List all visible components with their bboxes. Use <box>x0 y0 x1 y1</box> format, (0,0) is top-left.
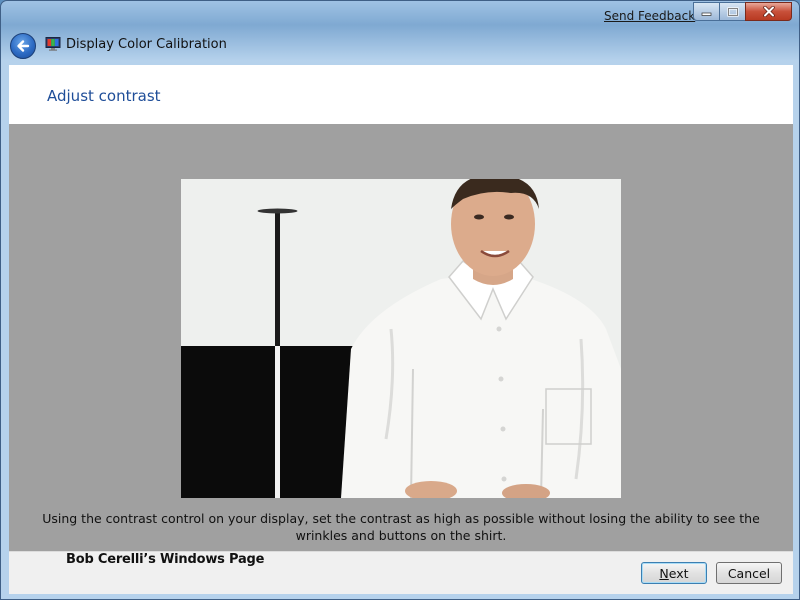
title-bar: Display Color Calibration Send Feedback <box>1 1 799 63</box>
back-button[interactable] <box>10 33 36 59</box>
minimize-icon <box>701 12 712 16</box>
maximize-icon <box>726 6 739 17</box>
next-button[interactable]: Next <box>641 562 707 584</box>
cancel-button[interactable]: Cancel <box>716 562 782 584</box>
page-header: Adjust contrast <box>9 65 793 124</box>
content-area: Using the contrast control on your displ… <box>9 124 793 551</box>
cancel-button-label: Cancel <box>727 565 771 581</box>
page-title: Adjust contrast <box>47 87 161 105</box>
watermark-credit: Bob Cerelli’s Windows Page <box>66 552 265 567</box>
contrast-reference-image <box>181 179 621 498</box>
instruction-text: Using the contrast control on your displ… <box>42 511 760 543</box>
minimize-button[interactable] <box>693 2 720 21</box>
calibration-window: Display Color Calibration Send Feedback … <box>0 0 800 600</box>
close-icon <box>762 6 775 17</box>
next-button-label: Next <box>659 565 689 581</box>
close-button[interactable] <box>745 2 792 21</box>
send-feedback-link[interactable]: Send Feedback <box>604 9 695 23</box>
back-arrow-icon <box>17 40 30 52</box>
footer-bar: Bob Cerelli’s Windows Page Next Cancel <box>9 551 793 594</box>
display-color-calibration-icon <box>45 37 61 51</box>
window-title: Display Color Calibration <box>66 37 227 52</box>
maximize-button[interactable] <box>719 2 746 21</box>
